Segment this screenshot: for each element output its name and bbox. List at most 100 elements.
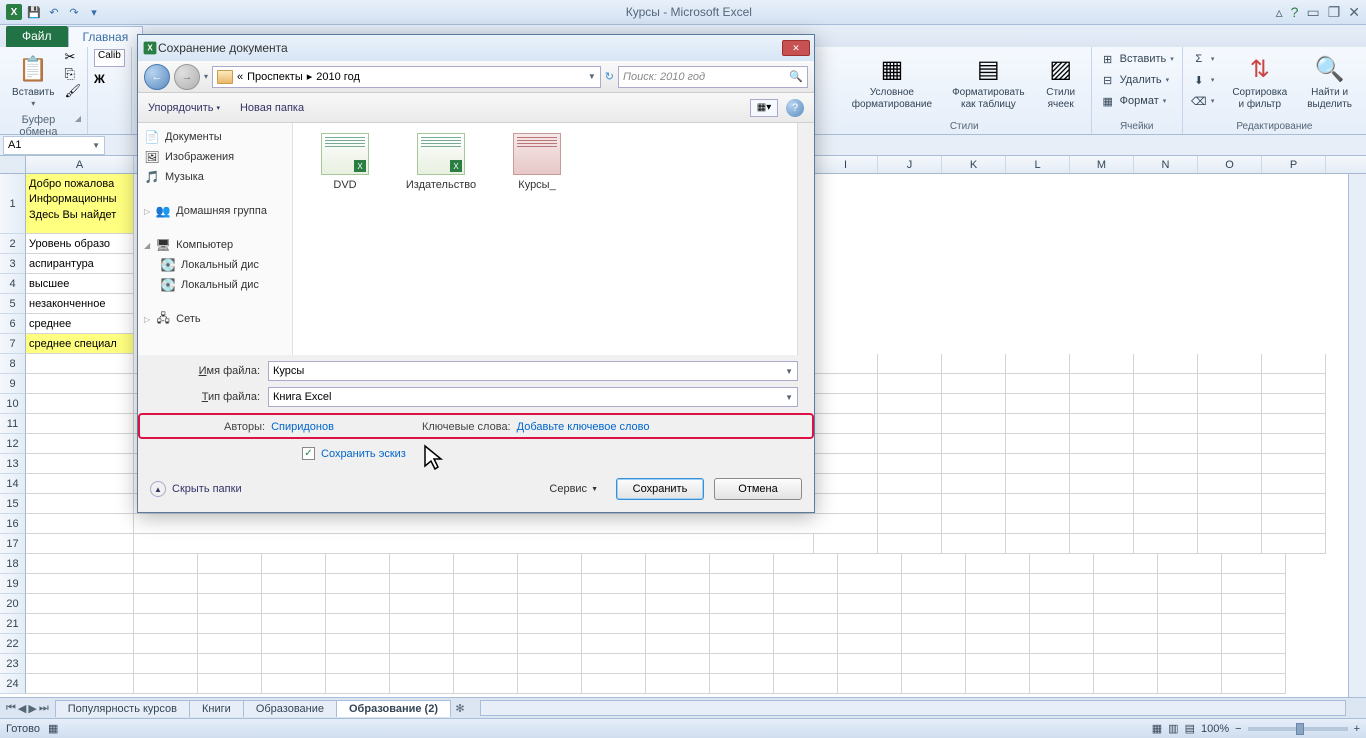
select-all-corner[interactable]	[0, 156, 26, 173]
col-header[interactable]: J	[878, 156, 942, 173]
tree-item-network[interactable]: ▷🖧Сеть	[138, 309, 292, 329]
insert-cells-button[interactable]: ⊞Вставить▾	[1098, 49, 1176, 69]
cell[interactable]: незаконченное	[26, 294, 134, 314]
breadcrumb-item[interactable]: Проспекты	[247, 71, 303, 83]
row-header[interactable]: 14	[0, 474, 26, 494]
font-family-select[interactable]: Calib	[94, 49, 125, 67]
chevron-down-icon[interactable]: ▼	[588, 72, 596, 81]
bold-button[interactable]: Ж	[94, 72, 105, 86]
cell[interactable]	[26, 354, 134, 374]
sheet-nav-last-icon[interactable]: ⏭	[39, 702, 49, 715]
qat-dropdown-icon[interactable]: ▾	[86, 4, 102, 20]
paste-button[interactable]: 📋 Вставить ▾	[6, 49, 60, 112]
breadcrumb-item[interactable]: 2010 год	[316, 71, 360, 83]
tree-item-homegroup[interactable]: ▷👥Домашняя группа	[138, 201, 292, 221]
tree-item-images[interactable]: 🖼Изображения	[138, 147, 292, 167]
row-header[interactable]: 17	[0, 534, 26, 554]
format-as-table-button[interactable]: ▤ Форматировать как таблицу	[944, 49, 1033, 115]
col-header[interactable]: M	[1070, 156, 1134, 173]
tree-item-music[interactable]: 🎵Музыка	[138, 167, 292, 187]
tab-home[interactable]: Главная	[68, 26, 144, 47]
cell[interactable]: среднее специал	[26, 334, 134, 354]
file-item[interactable]: DVD	[309, 133, 381, 192]
sheet-tab-active[interactable]: Образование (2)	[336, 700, 451, 717]
col-header[interactable]: A	[26, 156, 134, 173]
row-header[interactable]: 18	[0, 554, 26, 574]
chevron-down-icon[interactable]: ▼	[92, 141, 100, 150]
vertical-scrollbar[interactable]	[797, 123, 814, 355]
excel-icon[interactable]: X	[6, 4, 22, 20]
col-header[interactable]: P	[1262, 156, 1326, 173]
file-item[interactable]: Издательство	[405, 133, 477, 192]
nav-back-button[interactable]: ←	[144, 64, 170, 90]
col-header[interactable]: L	[1006, 156, 1070, 173]
row-header[interactable]: 21	[0, 614, 26, 634]
clear-button[interactable]: ⌫▾	[1189, 91, 1217, 111]
file-list[interactable]: DVD Издательство Курсы_	[293, 123, 797, 355]
cell[interactable]: высшее	[26, 274, 134, 294]
cell[interactable]: аспирантура	[26, 254, 134, 274]
zoom-out-button[interactable]: −	[1235, 723, 1241, 735]
row-header[interactable]: 6	[0, 314, 26, 334]
new-folder-button[interactable]: Новая папка	[240, 102, 304, 114]
row-header[interactable]: 3	[0, 254, 26, 274]
format-cells-button[interactable]: ▦Формат▾	[1098, 91, 1176, 111]
search-input[interactable]: Поиск: 2010 год 🔍	[618, 66, 808, 88]
vertical-scrollbar[interactable]	[1348, 174, 1366, 697]
row-header[interactable]: 24	[0, 674, 26, 694]
cell[interactable]: Уровень образо	[26, 234, 134, 254]
row-header[interactable]: 8	[0, 354, 26, 374]
row-header[interactable]: 5	[0, 294, 26, 314]
row-header[interactable]: 23	[0, 654, 26, 674]
minimize-ribbon-icon[interactable]: ▵	[1276, 4, 1283, 21]
filename-input[interactable]: Курсы▼	[268, 361, 798, 381]
help-button[interactable]: ?	[786, 99, 804, 117]
autosum-button[interactable]: Σ▾	[1189, 49, 1217, 69]
format-painter-icon[interactable]: 🖌	[64, 83, 81, 99]
macro-indicator-icon[interactable]: ▦	[48, 722, 58, 735]
dialog-close-button[interactable]: ✕	[782, 40, 810, 56]
row-header[interactable]: 22	[0, 634, 26, 654]
cancel-button[interactable]: Отмена	[714, 478, 802, 500]
breadcrumb[interactable]: « Проспекты ▸ 2010 год ▼	[212, 66, 601, 88]
row-header[interactable]: 16	[0, 514, 26, 534]
copy-icon[interactable]: ⎘	[64, 66, 81, 82]
sheet-tab[interactable]: Популярность курсов	[55, 700, 190, 717]
help-icon[interactable]: ?	[1291, 4, 1299, 21]
save-icon[interactable]: 💾	[26, 4, 42, 20]
chevron-down-icon[interactable]: ▼	[785, 393, 793, 402]
view-page-layout-icon[interactable]: ▥	[1168, 722, 1178, 735]
row-header[interactable]: 9	[0, 374, 26, 394]
row-header[interactable]: 1	[0, 174, 26, 234]
row-header[interactable]: 10	[0, 394, 26, 414]
sort-filter-button[interactable]: ⇅ Сортировка и фильтр	[1224, 49, 1295, 115]
sheet-nav-first-icon[interactable]: ⏮	[6, 702, 16, 715]
conditional-formatting-button[interactable]: ▦ Условное форматирование	[844, 49, 940, 115]
sheet-nav-next-icon[interactable]: ▶	[28, 702, 36, 715]
save-button[interactable]: Сохранить	[616, 478, 704, 500]
filetype-select[interactable]: Книга Excel▼	[268, 387, 798, 407]
nav-forward-button[interactable]: →	[174, 64, 200, 90]
tree-item-computer[interactable]: ◢🖥Компьютер	[138, 235, 292, 255]
sheet-tab[interactable]: Книги	[189, 700, 244, 717]
organize-button[interactable]: Упорядочить▾	[148, 102, 220, 114]
cut-icon[interactable]: ✂	[64, 49, 81, 65]
sheet-tab[interactable]: Образование	[243, 700, 337, 717]
find-select-button[interactable]: 🔍 Найти и выделить	[1299, 49, 1360, 115]
row-header[interactable]: 13	[0, 454, 26, 474]
row-header[interactable]: 20	[0, 594, 26, 614]
file-tab[interactable]: Файл	[6, 26, 68, 47]
cell-styles-button[interactable]: ▨ Стили ячеек	[1037, 49, 1085, 115]
dialog-launcher-icon[interactable]: ◢	[75, 114, 81, 138]
row-header[interactable]: 4	[0, 274, 26, 294]
cell[interactable]: среднее	[26, 314, 134, 334]
refresh-button[interactable]: ↻	[605, 70, 614, 83]
col-header[interactable]: I	[814, 156, 878, 173]
col-header[interactable]: O	[1198, 156, 1262, 173]
row-header[interactable]: 11	[0, 414, 26, 434]
col-header[interactable]: N	[1134, 156, 1198, 173]
row-header[interactable]: 2	[0, 234, 26, 254]
view-options-button[interactable]: ▦▾	[750, 99, 778, 117]
maximize-icon[interactable]: ❐	[1328, 4, 1341, 21]
thumbnail-label[interactable]: Сохранить эскиз	[321, 448, 406, 460]
